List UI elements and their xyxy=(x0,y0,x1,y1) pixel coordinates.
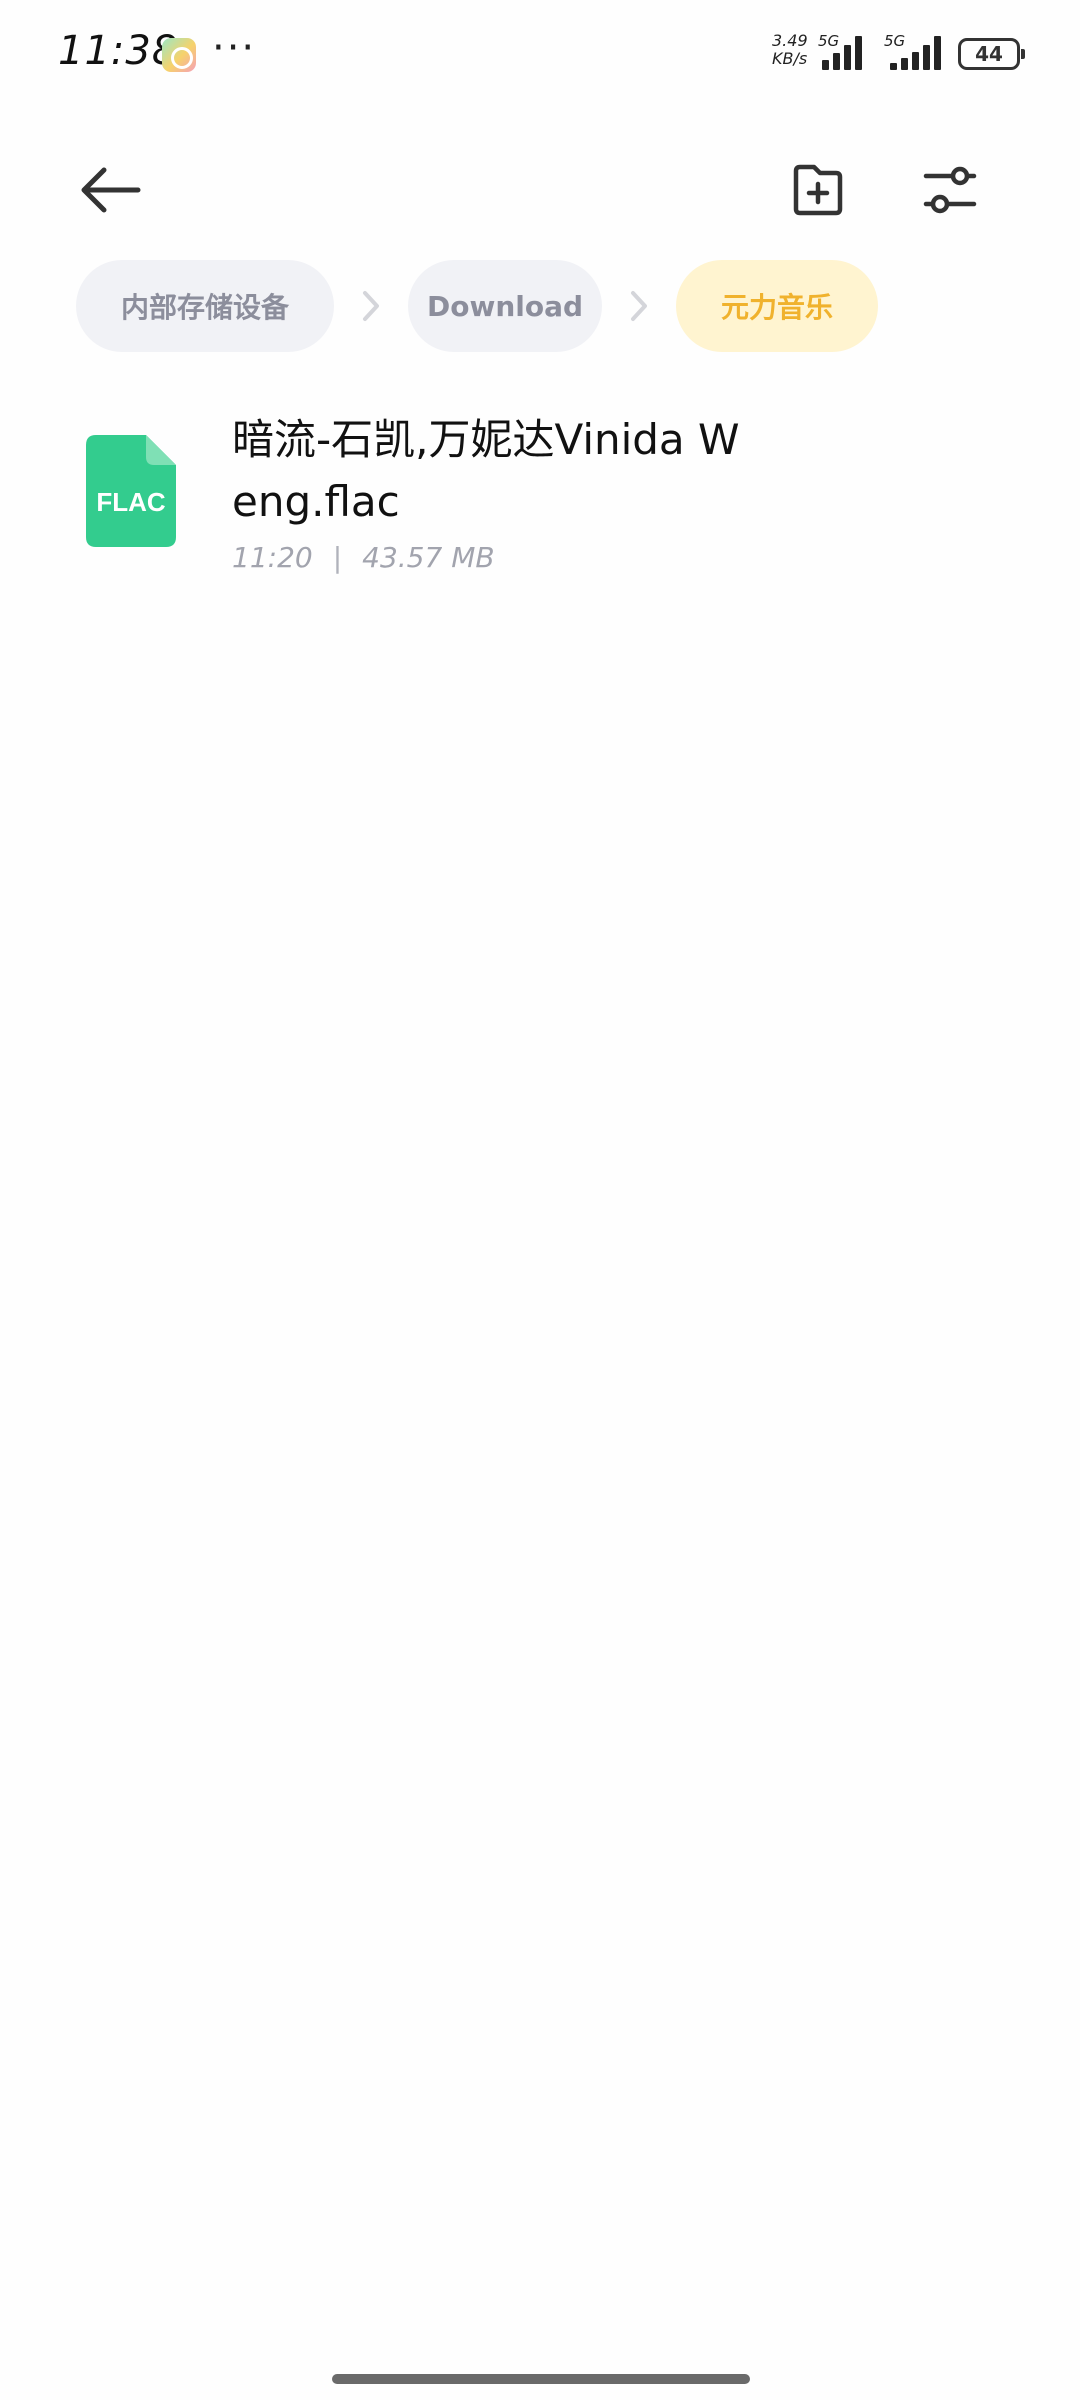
home-indicator[interactable] xyxy=(332,2374,750,2384)
file-list: FLAC 暗流-石凯,万妮达Vinida Weng.flac 11:20 | 43.… xyxy=(0,395,1080,595)
network-speed-unit: KB/s xyxy=(772,49,808,68)
file-name: 暗流-石凯,万妮达Vinida Weng.flac xyxy=(232,415,740,526)
status-bar: 11:38 ··· 3.49 KB/s 5G 5G 44 xyxy=(0,0,1080,110)
sliders-icon xyxy=(923,166,977,214)
network-speed-value: 3.49 xyxy=(772,31,808,50)
back-button[interactable] xyxy=(70,150,150,230)
file-manager-screen: 11:38 ··· 3.49 KB/s 5G 5G 44 内部存储设备 Down… xyxy=(0,0,1080,2400)
list-item[interactable]: FLAC 暗流-石凯,万妮达Vinida Weng.flac 11:20 | 43.… xyxy=(0,395,1080,595)
breadcrumb: 内部存储设备 Download 元力音乐 xyxy=(76,260,878,352)
flac-file-icon: FLAC xyxy=(86,435,176,547)
arrow-left-icon xyxy=(81,167,141,213)
filter-settings-button[interactable] xyxy=(910,150,990,230)
file-size: 43.57 MB xyxy=(362,541,495,574)
battery-icon: 44 xyxy=(958,38,1025,70)
breadcrumb-item-download[interactable]: Download xyxy=(408,260,602,352)
breadcrumb-separator xyxy=(602,260,676,352)
breadcrumb-separator xyxy=(334,260,408,352)
network-speed: 3.49 KB/s xyxy=(772,32,822,68)
sim2-signal-icon xyxy=(890,36,946,70)
meta-separator: | xyxy=(332,541,343,574)
file-meta: 11:20 | 43.57 MB xyxy=(232,541,495,574)
breadcrumb-label: 元力音乐 xyxy=(720,291,833,324)
chevron-right-icon xyxy=(363,291,379,321)
battery-level: 44 xyxy=(975,42,1003,66)
breadcrumb-label: Download xyxy=(426,289,584,323)
folder-plus-icon xyxy=(793,164,843,216)
breadcrumb-item-current-folder[interactable]: 元力音乐 xyxy=(676,260,878,352)
sim1-signal-icon xyxy=(822,36,866,70)
toolbar xyxy=(0,130,1080,240)
file-type-label: FLAC xyxy=(96,487,166,517)
chevron-right-icon xyxy=(631,291,647,321)
file-modified-time: 11:20 xyxy=(232,541,313,574)
breadcrumb-item-internal-storage[interactable]: 内部存储设备 xyxy=(76,260,334,352)
breadcrumb-label: 内部存储设备 xyxy=(120,291,289,324)
more-notifications-icon: ··· xyxy=(212,25,257,71)
gallery-app-icon xyxy=(162,38,196,72)
new-folder-button[interactable] xyxy=(778,150,858,230)
status-time: 11:38 xyxy=(58,28,179,74)
